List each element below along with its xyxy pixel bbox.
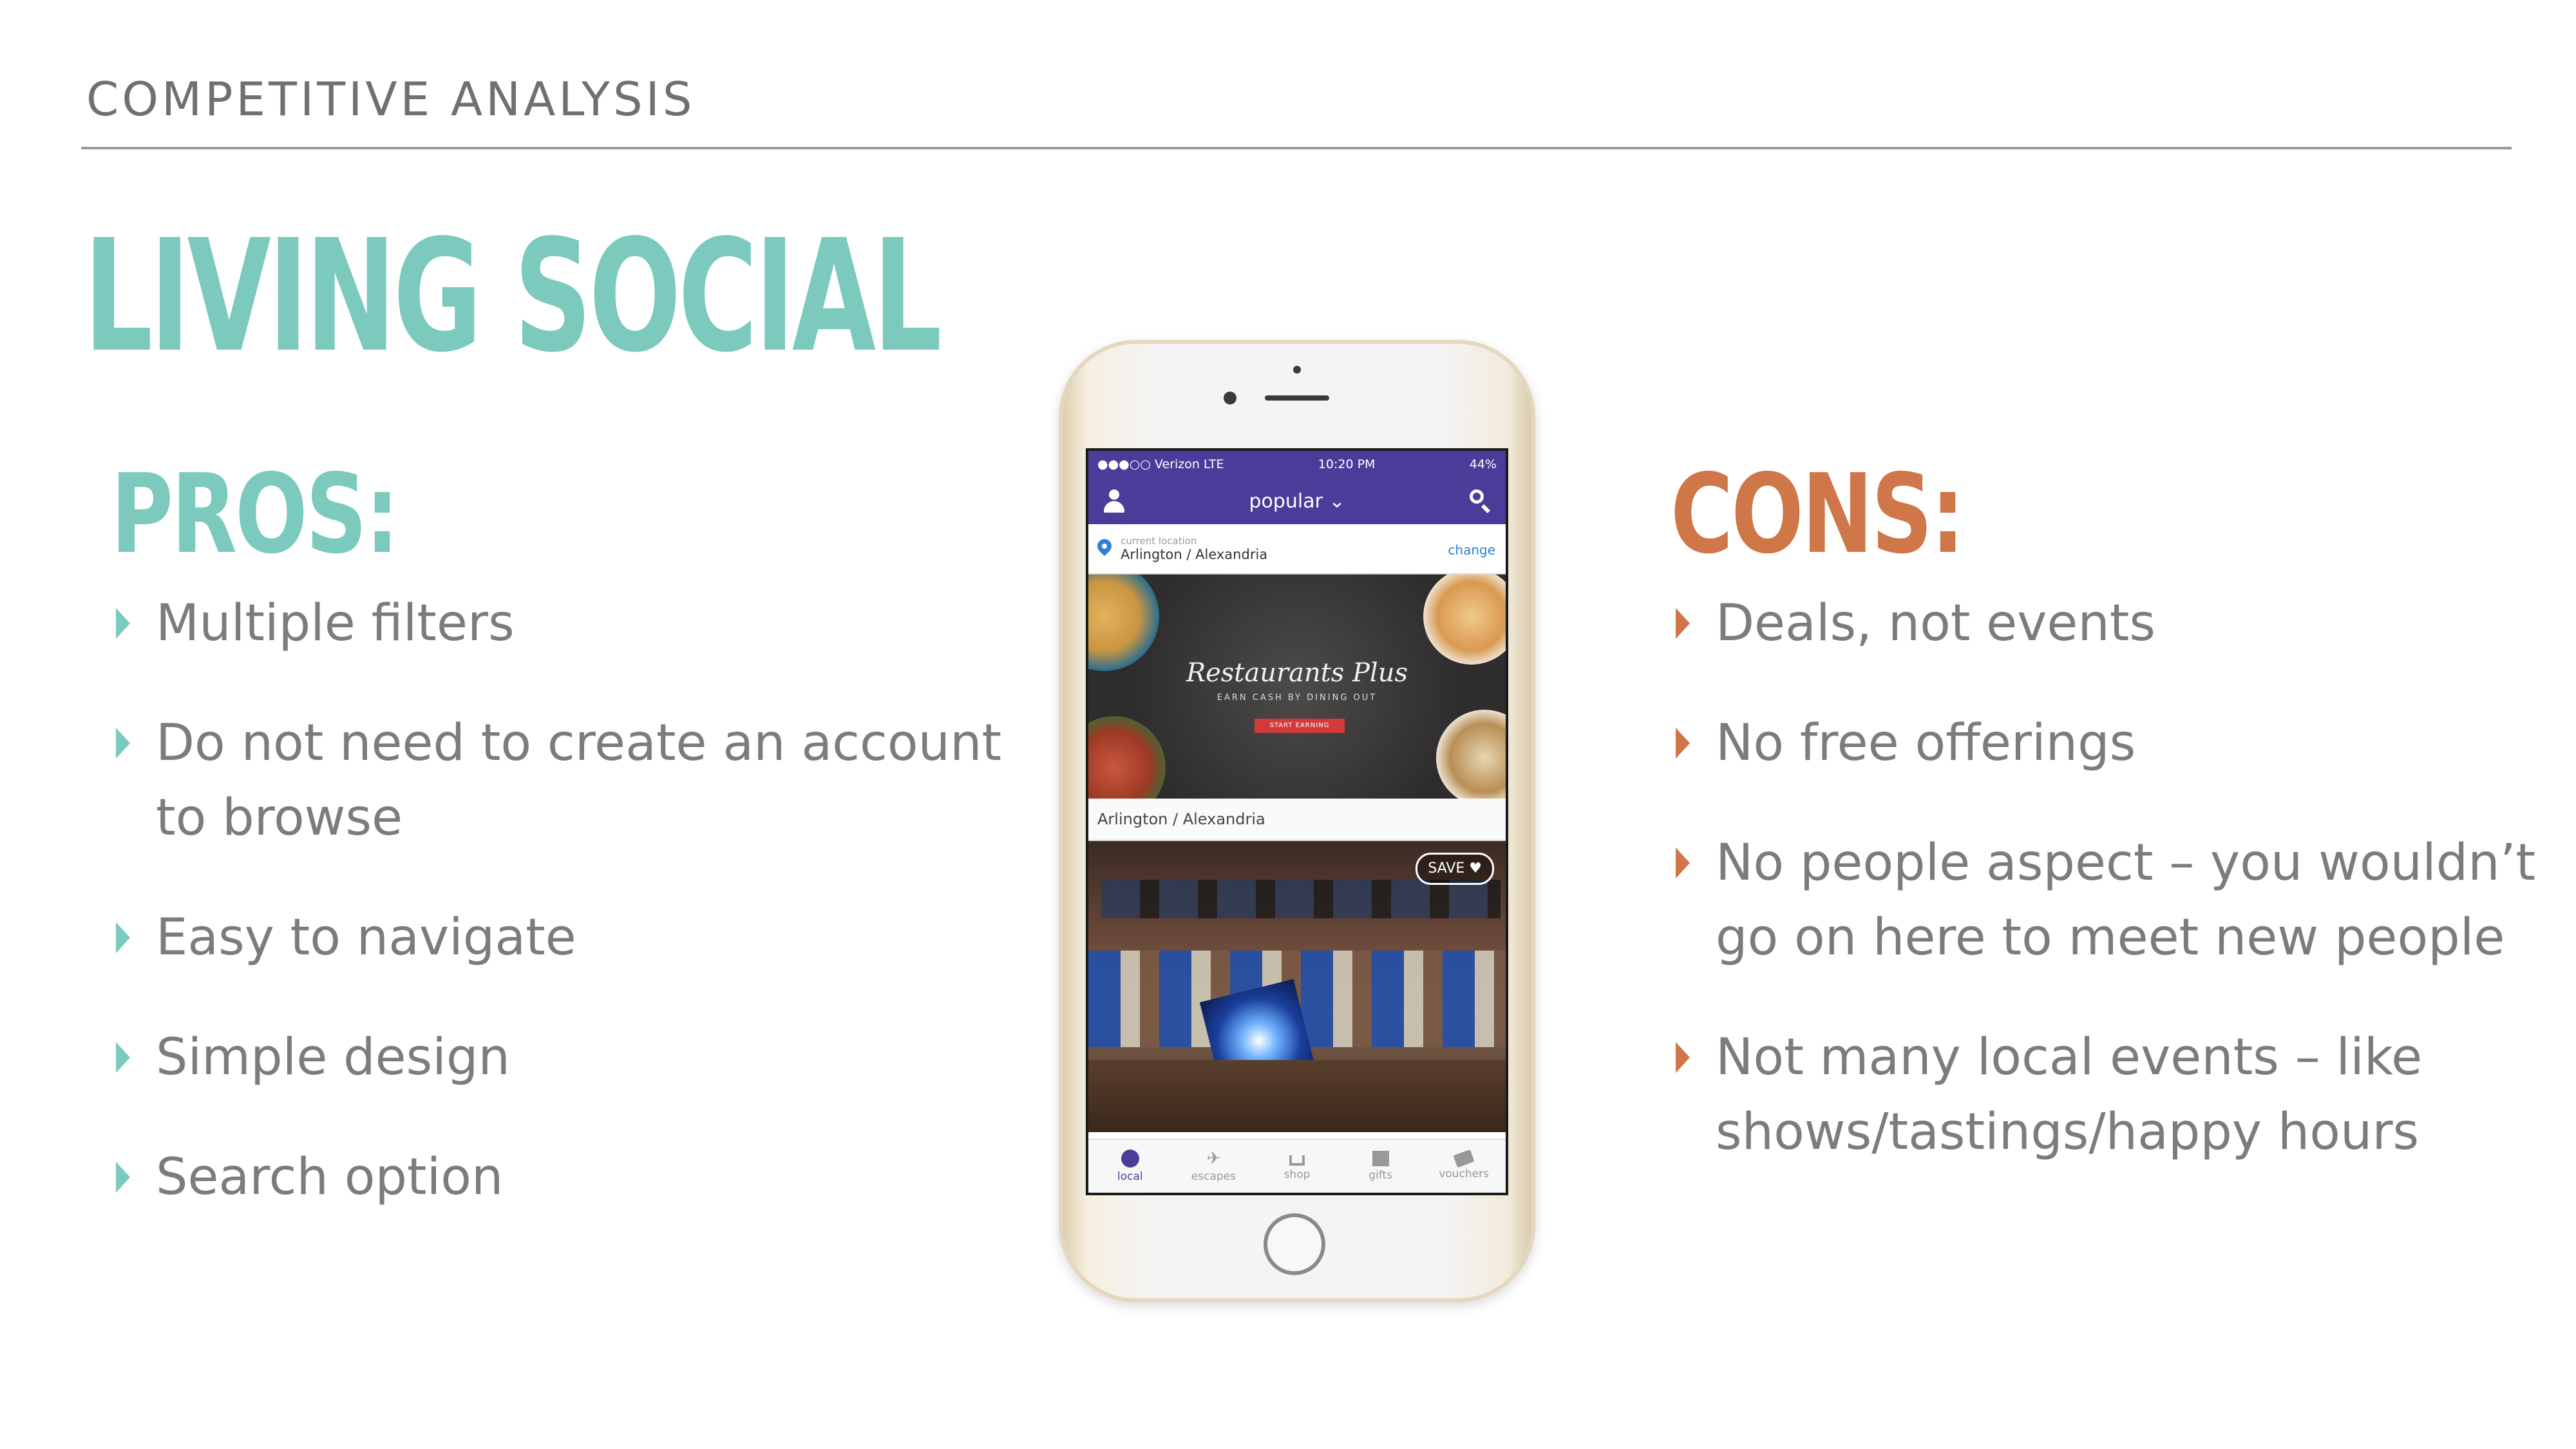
tab-label: local: [1117, 1170, 1143, 1183]
bullet-icon: [116, 1162, 130, 1193]
cons-list: Deals, not events No free offerings No p…: [1676, 586, 2564, 1215]
pros-item-text: Simple design: [156, 1028, 510, 1086]
tab-gifts[interactable]: gifts: [1339, 1140, 1423, 1193]
phone-speaker: [1265, 395, 1329, 401]
pros-item: Search option: [116, 1140, 1043, 1215]
tab-vouchers[interactable]: vouchers: [1422, 1140, 1506, 1193]
deal-caption: Arlington / Alexandria: [1088, 799, 1506, 841]
tab-label: shop: [1283, 1168, 1311, 1181]
location-value: Arlington / Alexandria: [1121, 547, 1268, 562]
header-divider: [81, 147, 2512, 149]
pros-heading: PROS:: [111, 451, 399, 578]
tab-label: escapes: [1191, 1170, 1236, 1183]
food-plate: [1436, 710, 1506, 799]
phone-sensor: [1293, 366, 1301, 374]
tab-shop[interactable]: shop: [1255, 1140, 1339, 1193]
change-location-link[interactable]: change: [1448, 542, 1495, 558]
tab-escapes[interactable]: ✈ escapes: [1172, 1140, 1256, 1193]
food-plate: [1088, 716, 1166, 799]
page-title: LIVING SOCIAL: [84, 206, 942, 386]
bullet-icon: [1676, 848, 1690, 878]
bullet-icon: [1676, 1042, 1690, 1073]
cons-item-text: Deals, not events: [1716, 594, 2156, 652]
bullet-icon: [116, 608, 130, 639]
bullet-icon: [116, 728, 130, 759]
save-button[interactable]: SAVE ♥: [1416, 853, 1494, 885]
section-header: COMPETITIVE ANALYSIS: [86, 72, 696, 126]
location-label: current location: [1121, 535, 1197, 547]
location-pin-icon: [1094, 536, 1115, 558]
start-earning-button[interactable]: START EARNING: [1255, 719, 1345, 733]
app-navbar: popular ⌄: [1088, 478, 1506, 524]
status-carrier: ●●●○○ Verizon LTE: [1097, 457, 1224, 471]
cons-heading: CONS:: [1671, 451, 1965, 578]
cons-item: Not many local events – like shows/tasti…: [1676, 1020, 2564, 1170]
bullet-icon: [1676, 728, 1690, 759]
popular-dropdown[interactable]: popular ⌄: [1249, 490, 1345, 513]
deal-tagline: EARN CASH BY DINING OUT: [1217, 693, 1378, 703]
food-plate: [1088, 574, 1159, 671]
bullet-icon: [116, 1042, 130, 1073]
phone-screen: ●●●○○ Verizon LTE 10:20 PM 44% popular ⌄…: [1086, 448, 1508, 1195]
pros-item-text: Easy to navigate: [156, 909, 576, 967]
phone-mockup: ●●●○○ Verizon LTE 10:20 PM 44% popular ⌄…: [1059, 340, 1535, 1302]
cons-item: Deals, not events: [1676, 586, 2564, 661]
deal-card-restaurants[interactable]: Restaurants Plus EARN CASH BY DINING OUT…: [1088, 574, 1506, 799]
airplane-icon: ✈: [1206, 1149, 1221, 1168]
bullet-icon: [1676, 608, 1690, 639]
cons-item-text: Not many local events – like shows/tasti…: [1716, 1028, 2423, 1161]
gift-icon: [1372, 1151, 1389, 1166]
tv-screens: [1101, 880, 1501, 918]
pros-item-text: Multiple filters: [156, 594, 515, 652]
pros-item-text: Do not need to create an account to brow…: [156, 714, 1002, 847]
profile-icon[interactable]: [1101, 488, 1127, 514]
pros-item: Do not need to create an account to brow…: [116, 706, 1043, 855]
status-bar: ●●●○○ Verizon LTE 10:20 PM 44%: [1088, 451, 1506, 478]
status-battery: 44%: [1469, 457, 1497, 471]
tag-icon: [1453, 1149, 1475, 1168]
table-foreground: [1088, 1060, 1506, 1132]
pros-item: Easy to navigate: [116, 900, 1043, 975]
bottom-tabbar: local ✈ escapes shop gifts vouchers: [1088, 1139, 1506, 1193]
status-time: 10:20 PM: [1318, 457, 1376, 471]
cons-item: No people aspect – you wouldn’t go on he…: [1676, 826, 2564, 975]
compass-icon: [1121, 1150, 1139, 1168]
deal-card-painting[interactable]: SAVE ♥: [1088, 841, 1506, 1132]
bullet-icon: [116, 922, 130, 953]
food-plate: [1423, 574, 1506, 665]
cons-item-text: No free offerings: [1716, 714, 2136, 772]
location-bar: current location Arlington / Alexandria …: [1088, 524, 1506, 574]
tab-local[interactable]: local: [1088, 1140, 1172, 1193]
pros-list: Multiple filters Do not need to create a…: [116, 586, 1043, 1260]
cons-item: No free offerings: [1676, 706, 2564, 781]
home-button[interactable]: [1264, 1213, 1325, 1275]
tab-label: vouchers: [1439, 1168, 1489, 1180]
pros-item-text: Search option: [156, 1148, 504, 1206]
pros-item: Simple design: [116, 1020, 1043, 1095]
tab-label: gifts: [1368, 1169, 1392, 1182]
cons-item-text: No people aspect – you wouldn’t go on he…: [1716, 834, 2536, 967]
deal-brand: Restaurants Plus: [1186, 658, 1408, 688]
phone-camera: [1224, 392, 1236, 404]
cart-icon: [1289, 1155, 1305, 1166]
search-icon[interactable]: [1467, 488, 1493, 514]
pros-item: Multiple filters: [116, 586, 1043, 661]
